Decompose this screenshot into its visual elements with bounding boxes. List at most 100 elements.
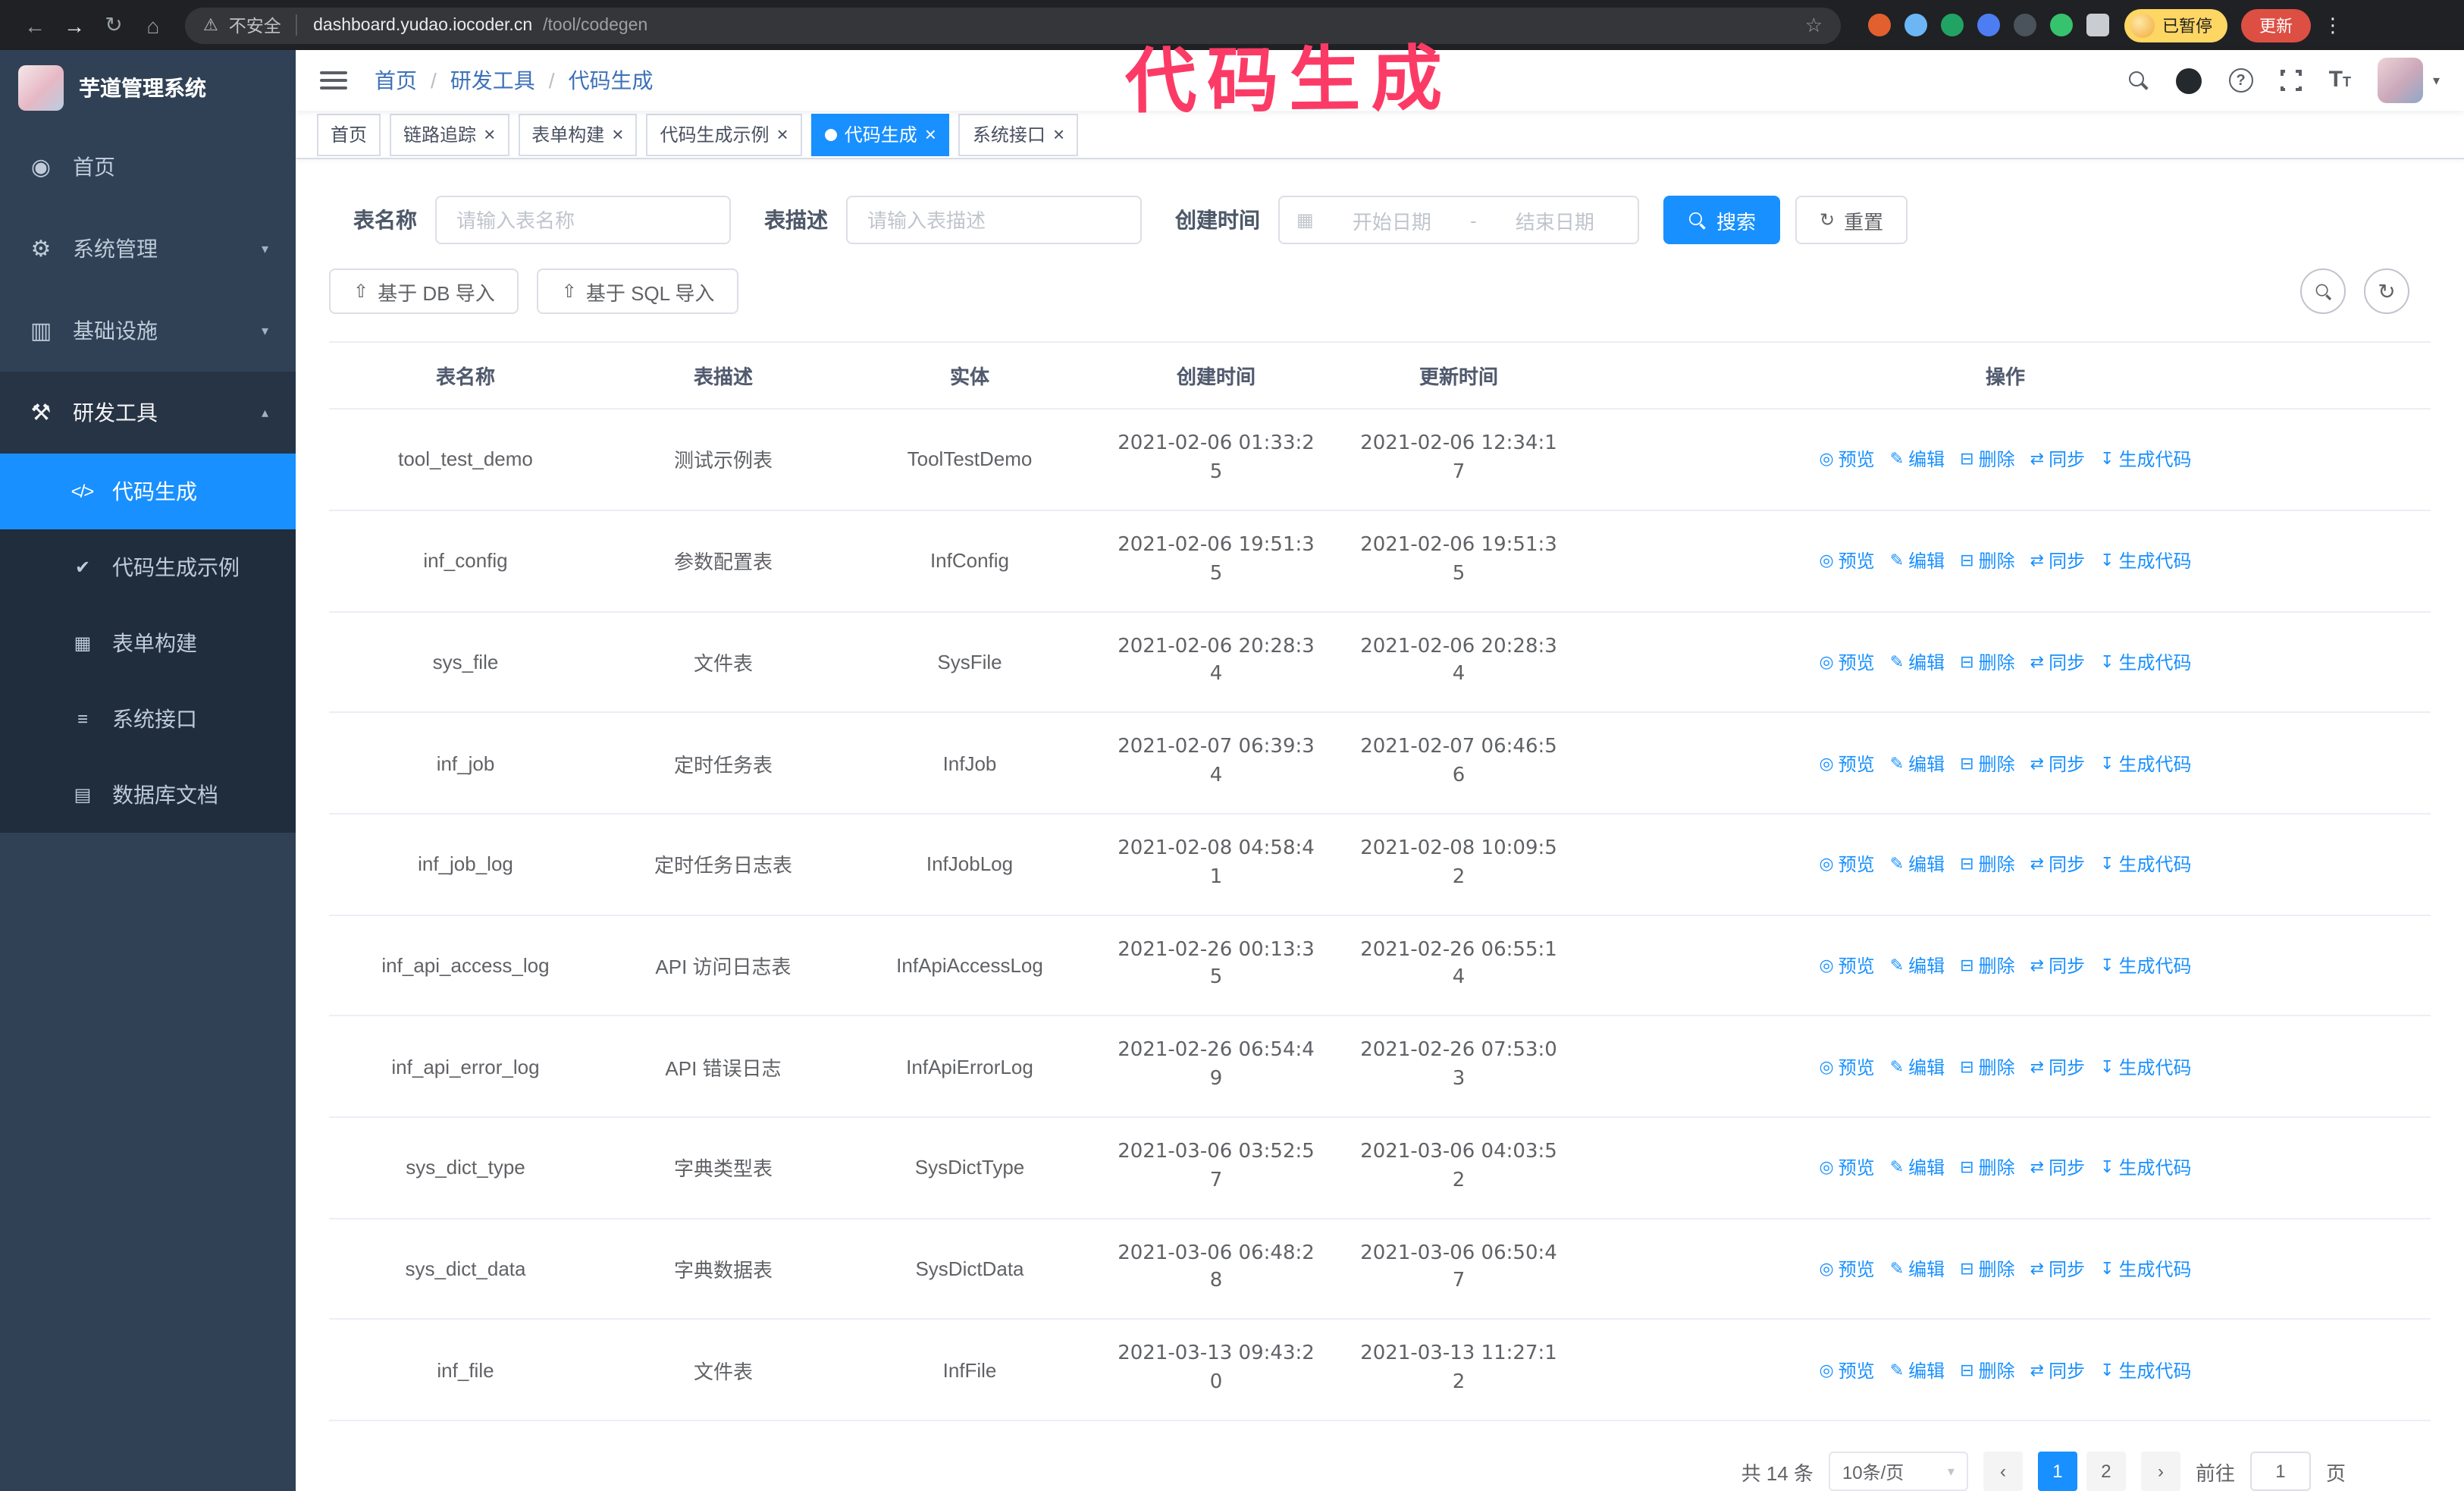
- breadcrumb-item[interactable]: 首页: [375, 65, 417, 96]
- sync-link[interactable]: ⇄ 同步: [2030, 750, 2085, 776]
- page-button-2[interactable]: 2: [2086, 1452, 2126, 1491]
- fullscreen-icon[interactable]: [2277, 67, 2305, 95]
- edit-link[interactable]: ✎ 编辑: [1890, 1256, 1945, 1282]
- generate-code-link[interactable]: ↧ 生成代码: [2100, 750, 2191, 776]
- import-sql-button[interactable]: ⇧ 基于 SQL 导入: [537, 268, 739, 315]
- tab[interactable]: 首页: [317, 113, 381, 156]
- edit-link[interactable]: ✎ 编辑: [1890, 953, 1945, 978]
- delete-link[interactable]: ⊟ 删除: [1960, 1053, 2014, 1079]
- prev-page-button[interactable]: ‹: [1983, 1452, 2023, 1491]
- sync-link[interactable]: ⇄ 同步: [2030, 1357, 2085, 1383]
- tab[interactable]: 代码生成示例 ×: [646, 113, 802, 156]
- app-logo[interactable]: 芋道管理系统: [0, 50, 296, 126]
- browser-update-button[interactable]: 更新: [2241, 8, 2311, 42]
- close-icon[interactable]: ×: [777, 124, 788, 144]
- search-icon[interactable]: [2128, 71, 2149, 90]
- extension-icon-blue[interactable]: [1977, 14, 2000, 36]
- delete-link[interactable]: ⊟ 删除: [1960, 953, 2014, 978]
- delete-link[interactable]: ⊟ 删除: [1960, 750, 2014, 776]
- next-page-button[interactable]: ›: [2140, 1452, 2180, 1491]
- edit-link[interactable]: ✎ 编辑: [1890, 750, 1945, 776]
- sidebar-subitem[interactable]: ≡ 系统接口: [0, 681, 296, 757]
- sidebar-item[interactable]: ▥ 基础设施 ▾: [0, 290, 296, 372]
- github-icon[interactable]: [2175, 67, 2202, 94]
- close-icon[interactable]: ×: [612, 124, 623, 144]
- date-range-picker[interactable]: ▦ 开始日期 - 结束日期: [1278, 196, 1639, 245]
- page-button-1[interactable]: 1: [2037, 1452, 2077, 1491]
- extension-icon-gray[interactable]: [2014, 14, 2036, 36]
- preview-link[interactable]: ◎ 预览: [1819, 1053, 1874, 1079]
- generate-code-link[interactable]: ↧ 生成代码: [2100, 1256, 2191, 1282]
- sidebar-subitem[interactable]: ▦ 表单构建: [0, 605, 296, 681]
- extension-icon-green[interactable]: [1941, 14, 1964, 36]
- generate-code-link[interactable]: ↧ 生成代码: [2100, 953, 2191, 978]
- help-icon[interactable]: ?: [2228, 68, 2253, 93]
- close-icon[interactable]: ×: [925, 124, 936, 144]
- sidebar-subitem[interactable]: ▤ 数据库文档: [0, 757, 296, 833]
- preview-link[interactable]: ◎ 预览: [1819, 548, 1874, 573]
- delete-link[interactable]: ⊟ 删除: [1960, 447, 2014, 472]
- close-icon[interactable]: ×: [1053, 124, 1064, 144]
- sync-link[interactable]: ⇄ 同步: [2030, 1155, 2085, 1181]
- generate-code-link[interactable]: ↧ 生成代码: [2100, 1357, 2191, 1383]
- home-icon[interactable]: ⌂: [133, 13, 173, 37]
- sidebar-item[interactable]: ◉ 首页: [0, 126, 296, 208]
- search-button[interactable]: 搜索: [1663, 196, 1781, 245]
- sync-link[interactable]: ⇄ 同步: [2030, 649, 2085, 675]
- profile-chip[interactable]: 已暂停: [2124, 8, 2227, 42]
- delete-link[interactable]: ⊟ 删除: [1960, 1256, 2014, 1282]
- edit-link[interactable]: ✎ 编辑: [1890, 649, 1945, 675]
- extension-icon-lightblue[interactable]: [1904, 14, 1927, 36]
- preview-link[interactable]: ◎ 预览: [1819, 447, 1874, 472]
- generate-code-link[interactable]: ↧ 生成代码: [2100, 1053, 2191, 1079]
- tab[interactable]: 表单构建 ×: [518, 113, 638, 156]
- extension-icon-brightgreen[interactable]: [2050, 14, 2073, 36]
- edit-link[interactable]: ✎ 编辑: [1890, 851, 1945, 877]
- generate-code-link[interactable]: ↧ 生成代码: [2100, 1155, 2191, 1181]
- delete-link[interactable]: ⊟ 删除: [1960, 1155, 2014, 1181]
- edit-link[interactable]: ✎ 编辑: [1890, 548, 1945, 573]
- preview-link[interactable]: ◎ 预览: [1819, 953, 1874, 978]
- reset-button[interactable]: ↻ 重置: [1795, 196, 1908, 245]
- preview-link[interactable]: ◎ 预览: [1819, 649, 1874, 675]
- delete-link[interactable]: ⊟ 删除: [1960, 548, 2014, 573]
- generate-code-link[interactable]: ↧ 生成代码: [2100, 447, 2191, 472]
- delete-link[interactable]: ⊟ 删除: [1960, 1357, 2014, 1383]
- sidebar-subitem[interactable]: ✔ 代码生成示例: [0, 529, 296, 605]
- sidebar-item[interactable]: ⚒ 研发工具 ▴: [0, 372, 296, 454]
- back-icon[interactable]: ←: [15, 13, 55, 37]
- address-bar[interactable]: ⚠ 不安全 │ dashboard.yudao.iocoder.cn /tool…: [185, 7, 1841, 43]
- preview-link[interactable]: ◎ 预览: [1819, 750, 1874, 776]
- toggle-search-button[interactable]: [2300, 268, 2346, 315]
- extension-icon-orange[interactable]: [1868, 14, 1891, 36]
- breadcrumb-item[interactable]: 代码生成: [569, 65, 654, 96]
- security-label[interactable]: 不安全: [229, 13, 281, 37]
- preview-link[interactable]: ◎ 预览: [1819, 851, 1874, 877]
- table-name-input[interactable]: [453, 207, 714, 234]
- preview-link[interactable]: ◎ 预览: [1819, 1256, 1874, 1282]
- sync-link[interactable]: ⇄ 同步: [2030, 1256, 2085, 1282]
- delete-link[interactable]: ⊟ 删除: [1960, 851, 2014, 877]
- font-size-icon[interactable]: TT: [2329, 67, 2351, 94]
- forward-icon[interactable]: →: [55, 13, 94, 37]
- browser-menu-icon[interactable]: ⋮: [2323, 13, 2343, 37]
- preview-link[interactable]: ◎ 预览: [1819, 1357, 1874, 1383]
- puzzle-extensions-icon[interactable]: [2086, 14, 2109, 36]
- sync-link[interactable]: ⇄ 同步: [2030, 447, 2085, 472]
- preview-link[interactable]: ◎ 预览: [1819, 1155, 1874, 1181]
- sidebar-subitem[interactable]: </> 代码生成: [0, 454, 296, 529]
- close-icon[interactable]: ×: [484, 124, 495, 144]
- sync-link[interactable]: ⇄ 同步: [2030, 953, 2085, 978]
- bookmark-star-icon[interactable]: ☆: [1805, 13, 1823, 37]
- generate-code-link[interactable]: ↧ 生成代码: [2100, 548, 2191, 573]
- page-size-select[interactable]: 10条/页 ▾: [1828, 1452, 1968, 1491]
- edit-link[interactable]: ✎ 编辑: [1890, 447, 1945, 472]
- edit-link[interactable]: ✎ 编辑: [1890, 1053, 1945, 1079]
- tab[interactable]: 链路追踪 ×: [390, 113, 509, 156]
- user-menu[interactable]: ▾: [2378, 58, 2440, 104]
- goto-page-input[interactable]: [2249, 1452, 2311, 1491]
- tab[interactable]: 系统接口 ×: [958, 113, 1079, 156]
- sync-link[interactable]: ⇄ 同步: [2030, 851, 2085, 877]
- tab[interactable]: 代码生成 ×: [810, 113, 950, 156]
- sync-link[interactable]: ⇄ 同步: [2030, 1053, 2085, 1079]
